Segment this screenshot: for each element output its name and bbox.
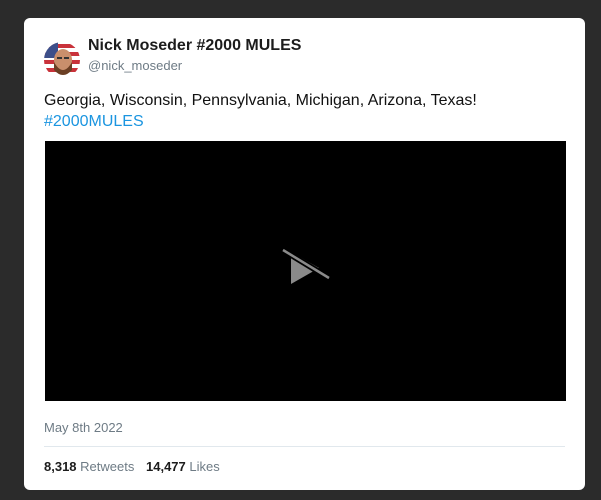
engagement-stats: 8,318 Retweets 14,477 Likes <box>44 459 220 474</box>
hashtag-link[interactable]: #2000MULES <box>44 111 144 132</box>
author-handle[interactable]: @nick_moseder <box>88 58 182 73</box>
tweet-text: Georgia, Wisconsin, Pennsylvania, Michig… <box>44 92 477 109</box>
tweet-card: Nick Moseder #2000 MULES @nick_moseder G… <box>24 18 585 490</box>
likes-label: Likes <box>189 459 220 474</box>
author-name[interactable]: Nick Moseder #2000 MULES <box>88 37 301 55</box>
tweet-date[interactable]: May 8th 2022 <box>44 420 123 435</box>
retweets-label: Retweets <box>80 459 135 474</box>
play-icon[interactable] <box>279 244 335 290</box>
retweets-stat[interactable]: 8,318 Retweets <box>44 459 134 474</box>
likes-count: 14,477 <box>146 459 186 474</box>
retweets-count: 8,318 <box>44 459 77 474</box>
likes-stat[interactable]: 14,477 Likes <box>146 459 220 474</box>
divider <box>44 446 565 447</box>
avatar-image <box>44 42 80 78</box>
video-player[interactable] <box>45 141 566 401</box>
avatar[interactable] <box>44 42 80 78</box>
